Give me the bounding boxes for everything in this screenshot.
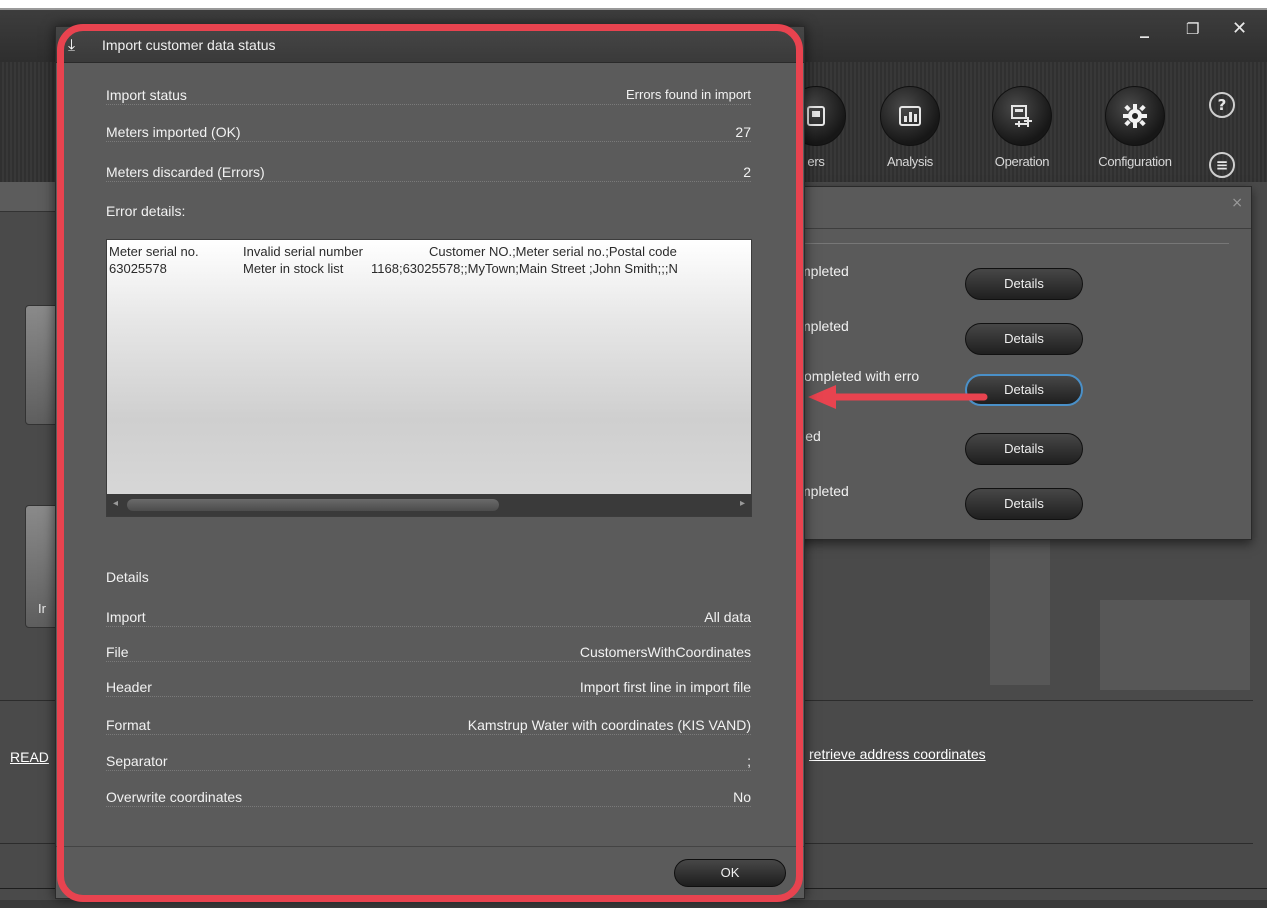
meters-error-label: Meters discarded (Errors) bbox=[106, 164, 267, 180]
error-data: Customer NO.;Meter serial no.;Postal cod… bbox=[429, 244, 677, 259]
error-reason: Meter in stock list bbox=[243, 261, 344, 276]
ribbon-analysis-button[interactable]: Analysis bbox=[864, 86, 956, 169]
dotted-leader bbox=[106, 734, 751, 735]
detail-label: Format bbox=[106, 717, 153, 733]
detail-value: No bbox=[731, 789, 751, 805]
history-row: iled Details bbox=[791, 428, 1251, 468]
left-panel-text: Ir bbox=[38, 601, 46, 616]
error-details-heading: Error details: bbox=[106, 203, 186, 219]
annotation-arrow-icon bbox=[808, 385, 988, 409]
scroll-right-icon[interactable]: ▸ bbox=[740, 498, 745, 509]
watermark-shape-2 bbox=[1100, 600, 1250, 690]
meters-error-row: Meters discarded (Errors) 2 bbox=[106, 164, 751, 186]
history-status: mpleted bbox=[799, 483, 849, 499]
import-status-label: Import status bbox=[106, 87, 189, 103]
import-status-row: Import status Errors found in import bbox=[106, 87, 751, 109]
import-status-dialog: ⤓ Import customer data status Import sta… bbox=[55, 26, 805, 899]
operation-icon bbox=[992, 86, 1052, 146]
dotted-leader bbox=[106, 141, 751, 142]
watermark-shape-1 bbox=[990, 540, 1050, 685]
import-status-value: Errors found in import bbox=[624, 87, 751, 102]
help-icon[interactable]: ? bbox=[1209, 92, 1235, 118]
detail-row: Overwrite coordinates No bbox=[106, 789, 751, 811]
detail-row: Separator ; bbox=[106, 753, 751, 775]
dialog-footer: OK bbox=[56, 846, 804, 898]
detail-label: Overwrite coordinates bbox=[106, 789, 245, 805]
error-reason: Invalid serial number bbox=[243, 244, 363, 259]
analysis-chart-icon bbox=[880, 86, 940, 146]
detail-label: Separator bbox=[106, 753, 170, 769]
ribbon-analysis-label: Analysis bbox=[886, 154, 933, 169]
dotted-leader bbox=[106, 661, 751, 662]
detail-row: Header Import first line in import file bbox=[106, 679, 751, 701]
history-status: mpleted bbox=[799, 318, 849, 334]
detail-value: ; bbox=[745, 753, 751, 769]
panel-close-icon[interactable]: × bbox=[1231, 195, 1243, 211]
horizontal-scrollbar[interactable]: ◂ ▸ bbox=[107, 494, 751, 516]
dotted-leader bbox=[106, 696, 751, 697]
details-button[interactable]: Details bbox=[965, 433, 1083, 465]
detail-label: File bbox=[106, 644, 131, 660]
minimize-button[interactable]: _ bbox=[1140, 18, 1149, 39]
restore-button[interactable]: ❐ bbox=[1186, 20, 1199, 38]
error-serial: 63025578 bbox=[109, 261, 167, 276]
details-button[interactable]: Details bbox=[965, 268, 1083, 300]
read-link[interactable]: READ bbox=[10, 749, 49, 765]
detail-label: Header bbox=[106, 679, 154, 695]
import-history-panel: × mpleted Details mpleted Details comple… bbox=[790, 186, 1252, 540]
panel-separator bbox=[801, 243, 1229, 244]
error-details-list[interactable]: Meter serial no. Invalid serial number C… bbox=[106, 239, 752, 517]
retrieve-coordinates-link[interactable]: retrieve address coordinates bbox=[809, 746, 986, 762]
history-row: mpleted Details bbox=[791, 318, 1251, 358]
dialog-title-bar: ⤓ Import customer data status bbox=[56, 27, 804, 63]
detail-value: All data bbox=[702, 609, 751, 625]
app-window: _ ❐ ✕ ers Analysis Operation Configurati… bbox=[0, 0, 1267, 908]
dialog-title: Import customer data status bbox=[102, 37, 276, 53]
dotted-leader bbox=[106, 770, 751, 771]
ribbon-operation-button[interactable]: Operation bbox=[976, 86, 1068, 169]
meters-ok-value: 27 bbox=[733, 124, 751, 140]
ribbon-configuration-button[interactable]: Configuration bbox=[1089, 86, 1181, 169]
meters-ok-label: Meters imported (OK) bbox=[106, 124, 243, 140]
meters-ok-row: Meters imported (OK) 27 bbox=[106, 124, 751, 146]
dotted-leader bbox=[106, 806, 751, 807]
left-strip bbox=[0, 182, 60, 212]
details-heading: Details bbox=[106, 569, 149, 585]
history-status: mpleted bbox=[799, 263, 849, 279]
history-row: mpleted Details bbox=[791, 483, 1251, 523]
history-status: completed with erro bbox=[797, 368, 920, 384]
detail-row: Import All data bbox=[106, 609, 751, 631]
detail-value: CustomersWithCoordinates bbox=[577, 644, 751, 660]
error-data: 1168;63025578;;MyTown;Main Street ;John … bbox=[371, 261, 678, 276]
ribbon-operation-label: Operation bbox=[994, 154, 1050, 169]
ribbon-configuration-label: Configuration bbox=[1098, 154, 1172, 169]
dotted-leader bbox=[106, 104, 751, 105]
details-button[interactable]: Details bbox=[965, 488, 1083, 520]
detail-value: Import first line in import file bbox=[577, 679, 751, 695]
dotted-leader bbox=[106, 626, 751, 627]
dotted-leader bbox=[106, 181, 751, 182]
history-row: mpleted Details bbox=[791, 263, 1251, 303]
detail-value: Kamstrup Water with coordinates (KIS VAN… bbox=[465, 717, 751, 733]
scroll-thumb[interactable] bbox=[127, 499, 499, 511]
detail-row: File CustomersWithCoordinates bbox=[106, 644, 751, 666]
meters-error-value: 2 bbox=[741, 164, 751, 180]
close-button[interactable]: ✕ bbox=[1232, 18, 1247, 39]
gear-icon bbox=[1105, 86, 1165, 146]
list-icon[interactable]: ≡ bbox=[1209, 152, 1235, 178]
detail-row: Format Kamstrup Water with coordinates (… bbox=[106, 717, 751, 739]
panel-header: × bbox=[791, 187, 1251, 229]
error-serial: Meter serial no. bbox=[109, 244, 199, 259]
scroll-left-icon[interactable]: ◂ bbox=[113, 498, 118, 509]
details-button[interactable]: Details bbox=[965, 323, 1083, 355]
ok-button[interactable]: OK bbox=[674, 859, 786, 887]
detail-label: Import bbox=[106, 609, 148, 625]
import-arrow-icon: ⤓ bbox=[68, 35, 76, 54]
